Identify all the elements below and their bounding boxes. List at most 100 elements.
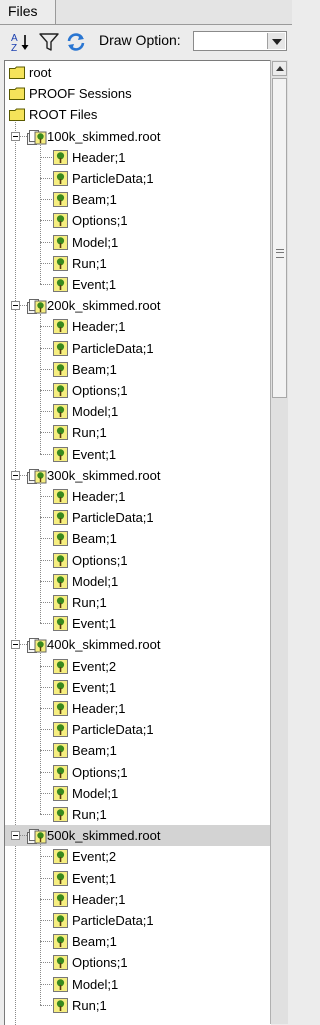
tree-item-label: ROOT Files: [29, 107, 98, 123]
tab-files[interactable]: Files: [0, 0, 56, 24]
draw-option-label: Draw Option:: [99, 32, 181, 48]
root-file-label: 400k_skimmed.root: [47, 637, 161, 653]
tree-key-item[interactable]: Beam;1: [5, 528, 271, 549]
refresh-icon[interactable]: [65, 31, 87, 53]
tree-key-item[interactable]: Event;1: [5, 613, 271, 634]
filter-icon[interactable]: [38, 31, 60, 53]
tree-key-item[interactable]: Model;1: [5, 783, 271, 804]
tree-item-top[interactable]: root: [5, 62, 271, 83]
tree-key-item[interactable]: Model;1: [5, 401, 271, 422]
tree-key-item[interactable]: Event;2: [5, 656, 271, 677]
tree-key-item[interactable]: Event;1: [5, 274, 271, 295]
sort-az-icon[interactable]: A Z: [10, 31, 32, 53]
tree-key-label: Header;1: [72, 701, 126, 716]
tree-key-item[interactable]: Options;1: [5, 952, 271, 973]
tree-connector: [40, 941, 52, 943]
root-file-item[interactable]: 300k_skimmed.root: [5, 465, 271, 486]
tree-key-label: Beam;1: [72, 934, 117, 950]
tree-connector: [20, 835, 27, 837]
tree-key-item[interactable]: Run;1: [5, 253, 271, 274]
tree-key-item[interactable]: Event;1: [5, 868, 271, 889]
tree-key-item[interactable]: ParticleData;1: [5, 910, 271, 931]
tree-key-item[interactable]: Model;1: [5, 974, 271, 995]
tree-key-item[interactable]: Options;1: [5, 762, 271, 783]
tree-key-item[interactable]: ParticleData;1: [5, 338, 271, 359]
tree-connector: [40, 771, 52, 773]
collapse-icon[interactable]: [11, 301, 20, 311]
tree-key-item[interactable]: Run;1: [5, 995, 271, 1016]
tree-key-label: Options;1: [72, 213, 128, 229]
tree-key-item[interactable]: Event;1: [5, 444, 271, 465]
svg-text:Z: Z: [11, 43, 17, 53]
tree-connector: [40, 326, 52, 328]
tree-connector: [40, 453, 52, 455]
tree-item-top[interactable]: PROOF Sessions: [5, 83, 271, 104]
tree-key-item[interactable]: Model;1: [5, 571, 271, 592]
ttree-icon: [53, 616, 68, 632]
ttree-icon: [53, 913, 68, 928]
scroll-up-button[interactable]: [272, 61, 287, 76]
tree-connector: [40, 411, 52, 413]
tree-key-item[interactable]: Options;1: [5, 550, 271, 571]
tree-key-item[interactable]: Header;1: [5, 147, 271, 168]
ttree-icon: [53, 870, 68, 886]
root-file-icon: [27, 129, 47, 145]
tree-connector: [40, 877, 52, 879]
tree-key-label: Event;1: [72, 679, 117, 695]
root-file-item[interactable]: 500k_skimmed.root: [5, 825, 271, 847]
tree-connector: [40, 750, 52, 752]
root-file-item[interactable]: 400k_skimmed.root: [5, 634, 271, 655]
tree-key-label: Run;1: [72, 595, 107, 610]
tree-key-item[interactable]: Header;1: [5, 698, 271, 719]
tree-key-label: Event;1: [72, 616, 117, 632]
tree-connector: [40, 898, 52, 900]
tree-key-item[interactable]: Run;1: [5, 804, 271, 825]
tree-key-label: Model;1: [72, 976, 119, 992]
tree-connector: [20, 305, 27, 307]
tree-item-top[interactable]: ROOT Files: [5, 104, 271, 125]
chevron-down-icon[interactable]: [267, 33, 285, 49]
tree-key-item[interactable]: Beam;1: [5, 931, 271, 952]
tree-key-item[interactable]: ParticleData;1: [5, 507, 271, 528]
root-file-item[interactable]: 100k_skimmed.root: [5, 126, 271, 147]
draw-option-select[interactable]: [193, 31, 287, 51]
tree-key-item[interactable]: Options;1: [5, 380, 271, 401]
ttree-icon: [53, 722, 68, 738]
collapse-icon[interactable]: [11, 831, 20, 841]
tree-connector: [20, 474, 27, 476]
collapse-icon[interactable]: [11, 131, 20, 141]
tree-key-item[interactable]: Run;1: [5, 422, 271, 443]
collapse-icon[interactable]: [11, 470, 20, 480]
tree-key-label: ParticleData;1: [72, 722, 154, 738]
tree-key-item[interactable]: Model;1: [5, 232, 271, 253]
tree-key-item[interactable]: Beam;1: [5, 189, 271, 210]
collapse-icon[interactable]: [11, 640, 20, 650]
tree-key-item[interactable]: Beam;1: [5, 740, 271, 761]
tree-key-label: Run;1: [72, 807, 107, 822]
vertical-scrollbar[interactable]: [270, 60, 288, 1024]
tree-key-label: Header;1: [72, 489, 126, 504]
ttree-icon: [53, 171, 68, 186]
tree-key-item[interactable]: ParticleData;1: [5, 719, 271, 740]
tree-key-item[interactable]: ParticleData;1: [5, 168, 271, 189]
ttree-icon: [53, 404, 68, 420]
tree-connector: [40, 962, 52, 964]
tree-key-item[interactable]: Event;1: [5, 677, 271, 698]
tree-key-item[interactable]: Beam;1: [5, 359, 271, 380]
tree-key-item[interactable]: Header;1: [5, 316, 271, 337]
tree-key-item[interactable]: Event;2: [5, 846, 271, 867]
tree-key-label: Run;1: [72, 425, 107, 441]
ttree-icon: [53, 425, 68, 441]
ttree-icon: [53, 997, 68, 1013]
root-file-item[interactable]: 200k_skimmed.root: [5, 295, 271, 316]
folder-icon: [9, 66, 25, 79]
scroll-thumb[interactable]: [272, 78, 287, 398]
tree-key-item[interactable]: Header;1: [5, 889, 271, 910]
tree-connector: [40, 653, 41, 814]
ttree-icon: [53, 489, 68, 504]
tree-key-item[interactable]: Run;1: [5, 592, 271, 613]
tree-key-label: Event;2: [72, 849, 117, 865]
tree-key-item[interactable]: Header;1: [5, 486, 271, 507]
tree-key-item[interactable]: Options;1: [5, 210, 271, 231]
tree-connector: [40, 623, 52, 625]
